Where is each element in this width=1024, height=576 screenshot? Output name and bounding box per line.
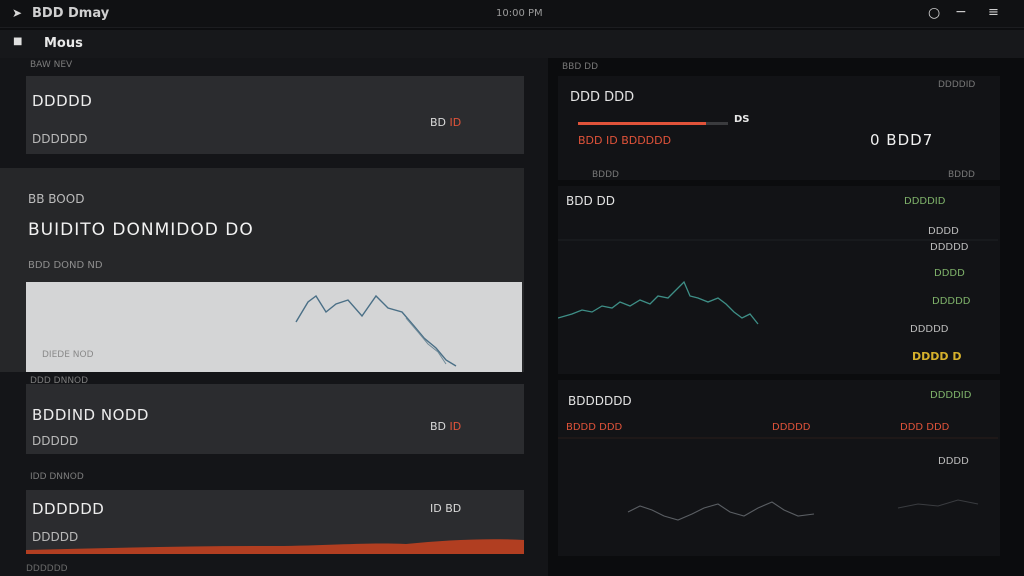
- featured-meta: BDD DOND ND: [28, 260, 103, 271]
- price-value: 0 BDD7: [870, 131, 934, 149]
- movers-chart-line-secondary: [897, 499, 979, 509]
- price-progress-fill: [578, 122, 706, 125]
- footer-caption: DDDDDD: [26, 564, 68, 574]
- price-panel[interactable]: DDDDID DDD DDD DS BDD ID BDDDDD 0 BDD7 B…: [558, 76, 1000, 180]
- price-panel-caption: DDDDID: [938, 80, 976, 90]
- card-value: BD ID: [430, 116, 462, 129]
- market-caption: BBD DD: [562, 62, 598, 72]
- movers-panel[interactable]: BDDDDDD DDDDID BDDD DDD DDDDD DDD DDD DD…: [558, 380, 1000, 556]
- search-icon[interactable]: ○: [928, 5, 940, 21]
- featured-caption: BB BOOD: [28, 192, 85, 206]
- menu-icon[interactable]: ≡: [988, 5, 999, 20]
- section-bullet-icon: ■: [13, 36, 23, 47]
- chart-panel[interactable]: BDD DD DDDDID DDDD DDDDD DDDD DDDDD DDDD…: [558, 186, 1000, 374]
- app-title: BDD Dmay: [32, 6, 110, 21]
- card-value: BD ID: [430, 420, 462, 433]
- price-suffix: DS: [734, 114, 750, 125]
- featured-chart-svg: [295, 294, 457, 367]
- top-bar: ➤ BDD Dmay 10:00 PM ○ − ≡: [0, 0, 1024, 28]
- minimize-icon[interactable]: −: [955, 4, 967, 20]
- movers-chart-line: [627, 501, 815, 521]
- card-title: BDDIND NODD: [32, 406, 149, 424]
- featured-chart: DIEDE NOD: [26, 282, 522, 372]
- feed-caption: IDD DNNOD: [30, 472, 84, 482]
- featured-chart-line: [295, 294, 457, 367]
- price-progress-bar: [578, 122, 728, 125]
- price-footer-right: BDDD: [948, 170, 975, 180]
- card-subtitle: DDDDD: [32, 434, 79, 448]
- market-chart-svg: [558, 239, 998, 325]
- status-time: 10:00 PM: [496, 8, 543, 19]
- feed-card[interactable]: BDDIND NODD DDDDD BD ID: [26, 384, 524, 454]
- back-arrow-icon[interactable]: ➤: [12, 6, 22, 20]
- featured-headline: BUIDITO DONMIDOD DO: [28, 220, 254, 240]
- section-title: Mous: [44, 36, 83, 51]
- movers-chart-svg: [558, 437, 998, 521]
- market-chart-line: [558, 280, 759, 325]
- chart-range-label: DIEDE NOD: [42, 350, 94, 360]
- news-feed-column: BAW NEV DDDDD DDDDDD BD ID BB BOOD BUIDI…: [0, 58, 548, 576]
- price-footer-left: BDDD: [592, 170, 619, 180]
- feed-card[interactable]: DDDDD DDDDDD BD ID: [26, 76, 524, 154]
- card-subtitle: DDDDDD: [32, 132, 88, 146]
- feed-caption: BAW NEV: [30, 60, 73, 70]
- area-sparkline: [26, 539, 524, 554]
- card-title: DDDDD: [32, 92, 93, 110]
- price-change: BDD ID BDDDDD: [578, 134, 672, 147]
- market-column: BBD DD DDDDID DDD DDD DS BDD ID BDDDDD 0…: [548, 58, 1024, 576]
- featured-chart-line-secondary: [405, 317, 447, 365]
- section-header: ■ Mous: [0, 30, 1024, 58]
- price-panel-title: DDD DDD: [570, 90, 635, 105]
